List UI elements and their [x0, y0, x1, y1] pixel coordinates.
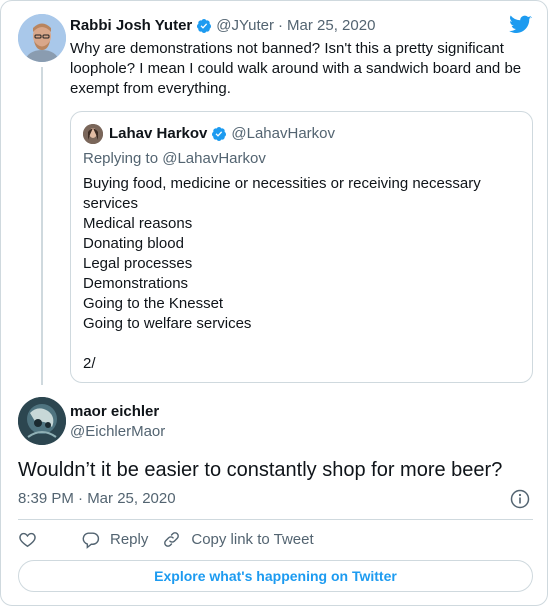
verified-badge-icon — [212, 126, 227, 141]
quoted-text-line: services — [83, 195, 139, 212]
parent-tweet-text: Why are demonstrations not banned? Isn't… — [70, 40, 522, 97]
main-author-handle[interactable]: @EichlerMaor — [70, 423, 165, 440]
twitter-bird-icon[interactable] — [509, 15, 532, 35]
quoted-text-line: Demonstrations — [83, 275, 189, 292]
quoted-text-line: Medical reasons — [83, 215, 193, 232]
reply-label: Reply — [110, 531, 149, 548]
main-tweet-text: Wouldn’t it be easier to constantly shop… — [18, 459, 503, 481]
main-author-name[interactable]: maor eichler — [70, 403, 159, 420]
quoted-text-line: Going to welfare services — [83, 315, 252, 332]
parent-author-row[interactable]: Rabbi Josh Yuter @JYuter · Mar 25, 2020 — [70, 17, 375, 34]
quoted-author-handle: @LahavHarkov — [231, 125, 335, 142]
quoted-tweet-text: Buying food, medicine or necessities or … — [83, 174, 481, 374]
avatar-quoted-author — [83, 124, 103, 144]
like-button[interactable] — [18, 530, 47, 549]
copy-link-button[interactable]: Copy link to Tweet — [162, 530, 314, 549]
reply-button[interactable]: Reply — [81, 530, 148, 549]
replying-to-prefix: Replying to — [83, 150, 159, 167]
quoted-tweet[interactable]: Lahav Harkov @LahavHarkov Replying to @L… — [70, 111, 533, 383]
parent-author-name[interactable]: Rabbi Josh Yuter — [70, 17, 192, 34]
avatar-main-author[interactable] — [18, 397, 66, 445]
quoted-text-line: Donating blood — [83, 235, 184, 252]
heart-icon — [19, 532, 36, 548]
separator-dot: · — [278, 17, 284, 34]
tweet-embed-card: Rabbi Josh Yuter @JYuter · Mar 25, 2020 … — [0, 0, 548, 606]
quoted-text-line: Going to the Knesset — [83, 295, 224, 312]
thread-connector-line — [41, 67, 43, 385]
copy-link-label: Copy link to Tweet — [191, 531, 314, 548]
quoted-author-row: Lahav Harkov @LahavHarkov — [109, 125, 335, 142]
main-tweet-timestamp[interactable]: 8:39 PM · Mar 25, 2020 — [18, 490, 176, 507]
parent-tweet-date[interactable]: Mar 25, 2020 — [287, 17, 375, 34]
quoted-text-line: Legal processes — [83, 255, 193, 272]
link-icon — [164, 532, 180, 547]
quoted-author-name: Lahav Harkov — [109, 125, 208, 142]
reply-icon — [82, 532, 100, 549]
verified-badge-icon — [197, 18, 212, 33]
replying-to-handle: @LahavHarkov — [162, 150, 266, 167]
explore-twitter-button[interactable]: Explore what's happening on Twitter — [18, 560, 533, 592]
quoted-text-line — [83, 334, 481, 354]
info-icon[interactable] — [510, 489, 530, 509]
avatar-parent-author[interactable] — [18, 14, 66, 62]
action-bar: Reply Copy link to Tweet — [18, 530, 328, 549]
parent-author-handle[interactable]: @JYuter — [216, 17, 274, 34]
quoted-text-line: Buying food, medicine or necessities or … — [83, 175, 481, 192]
quoted-text-line: 2/ — [83, 355, 96, 372]
divider — [18, 519, 533, 520]
replying-to-line: Replying to @LahavHarkov — [83, 150, 266, 167]
